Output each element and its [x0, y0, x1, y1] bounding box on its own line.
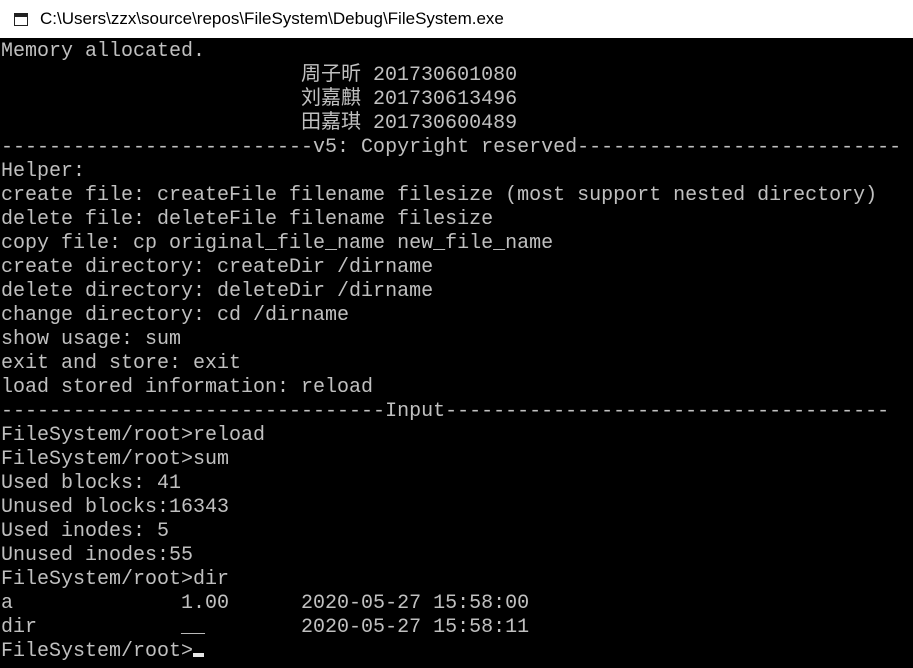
- window-title: C:\Users\zzx\source\repos\FileSystem\Deb…: [40, 9, 504, 28]
- console-line: --------------------------v5: Copyright …: [1, 136, 902, 159]
- console-line: delete directory: deleteDir /dirname: [1, 280, 434, 303]
- console-line: create file: createFile filename filesiz…: [1, 184, 878, 207]
- console-window: C:\Users\zzx\source\repos\FileSystem\Deb…: [0, 0, 913, 668]
- console-line: exit and store: exit: [1, 352, 242, 375]
- console-line: create directory: createDir /dirname: [1, 256, 434, 279]
- console-output[interactable]: Memory allocated. 周子昕 201730601080 刘嘉麒 2…: [0, 40, 913, 668]
- console-line: FileSystem/root>dir: [1, 568, 230, 591]
- console-line: delete file: deleteFile filename filesiz…: [1, 208, 494, 231]
- console-line: load stored information: reload: [1, 376, 374, 399]
- console-line: FileSystem/root>reload: [1, 424, 266, 447]
- console-line: show usage: sum: [1, 328, 182, 351]
- console-line: Used blocks: 41: [1, 472, 182, 495]
- console-line: Used inodes: 5: [1, 520, 170, 543]
- command-prompt: FileSystem/root>: [1, 640, 194, 663]
- console-line: Unused inodes:55: [1, 544, 194, 567]
- command-prompt-line[interactable]: FileSystem/root>: [1, 640, 205, 664]
- text-cursor: [193, 653, 205, 657]
- console-line: FileSystem/root>sum: [1, 448, 230, 471]
- title-bar[interactable]: C:\Users\zzx\source\repos\FileSystem\Deb…: [0, 0, 913, 38]
- console-line: a 1.00 2020-05-27 15:58:00: [1, 592, 530, 615]
- console-line: change directory: cd /dirname: [1, 304, 350, 327]
- console-line: dir __ 2020-05-27 15:58:11: [1, 616, 530, 639]
- console-line: Memory allocated.: [1, 40, 206, 63]
- console-window-icon: [14, 12, 28, 26]
- console-line: --------------------------------Input---…: [1, 400, 890, 423]
- console-line: Helper:: [1, 160, 86, 183]
- console-line: copy file: cp original_file_name new_fil…: [1, 232, 554, 255]
- console-line: 刘嘉麒 201730613496: [1, 88, 518, 111]
- console-line: 周子昕 201730601080: [1, 64, 518, 87]
- console-line: 田嘉琪 201730600489: [1, 112, 518, 135]
- console-line: Unused blocks:16343: [1, 496, 230, 519]
